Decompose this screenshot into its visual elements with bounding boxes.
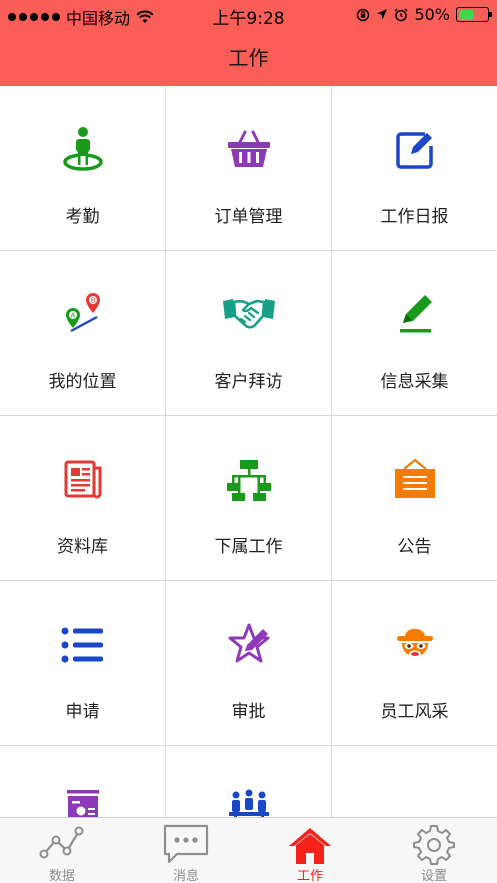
grid-item-my-location[interactable]: B A 我的位置: [0, 251, 165, 415]
hat-face-icon: [396, 628, 433, 658]
tab-work[interactable]: 工作: [248, 818, 372, 883]
tab-bar: 数据 消息 工作 设置: [0, 817, 497, 883]
grid-item-label: 审批: [231, 702, 266, 722]
grid-item-label: 申请: [65, 702, 100, 722]
location-arrow-icon: [377, 9, 388, 20]
tab-label: 数据: [48, 869, 75, 883]
tab-settings[interactable]: 设置: [372, 818, 496, 883]
page-title: 工作: [228, 46, 269, 70]
svg-text:A: A: [70, 312, 75, 320]
tab-label: 消息: [172, 869, 199, 883]
grid-item-application[interactable]: 申请: [0, 581, 165, 745]
grid-item-attendance[interactable]: 考勤: [0, 86, 165, 250]
grid-item-label: 员工风采: [380, 702, 449, 722]
grid-item-label: 考勤: [65, 207, 100, 227]
grid-item-label: 客户拜访: [214, 372, 283, 392]
list-icon: [61, 627, 103, 663]
gear-icon: [413, 825, 455, 865]
grid-item-info-collection[interactable]: 信息采集: [332, 251, 497, 415]
grid-item-label: 我的位置: [48, 372, 117, 392]
grid-item-label: 工作日报: [380, 207, 449, 227]
grid-item-announcement[interactable]: 公告: [332, 416, 497, 580]
grid-item-customer-visit[interactable]: 客户拜访: [166, 251, 331, 415]
tab-messages[interactable]: 消息: [124, 818, 248, 883]
chat-bubble-icon: [163, 824, 209, 864]
status-bar: 中国移动 上午9:28 50%: [0, 0, 497, 30]
tab-label: 设置: [420, 869, 447, 883]
grid-item-orders[interactable]: 订单管理: [166, 86, 331, 250]
grid-item-label: 资料库: [57, 537, 108, 557]
pencil-icon: [399, 295, 432, 333]
org-chart-icon: [226, 460, 271, 501]
svg-text:B: B: [90, 297, 95, 305]
meeting-icon: [228, 789, 269, 817]
battery-percentage: 50%: [414, 5, 450, 24]
grid-item-label: 公告: [397, 537, 432, 557]
grid-item-label: 下属工作: [214, 537, 283, 557]
tab-data[interactable]: 数据: [0, 818, 124, 883]
home-icon: [289, 828, 331, 864]
presentation-chart-icon: [66, 790, 99, 817]
grid-item-staff-showcase[interactable]: 员工风采: [332, 581, 497, 745]
status-right: 50%: [356, 5, 492, 24]
battery-fill: [458, 9, 473, 20]
grid-item-library[interactable]: 资料库: [0, 416, 165, 580]
star-pen-icon: [228, 623, 269, 663]
alarm-icon: [394, 7, 408, 21]
handshake-icon: [222, 299, 275, 329]
work-grid: 考勤 订单管理 工作日报 B A 我的位置 客户拜访 信息采集 资料库 下属工作…: [0, 86, 497, 817]
location-ab-icon: B A: [65, 293, 100, 332]
grid-item-subordinate-work[interactable]: 下属工作: [166, 416, 331, 580]
grid-item-approval[interactable]: 审批: [166, 581, 331, 745]
grid-item-label: 订单管理: [214, 207, 283, 227]
grid-item-label: 信息采集: [380, 372, 449, 392]
orientation-lock-icon: [357, 8, 370, 21]
notice-board-icon: [394, 458, 435, 498]
tab-label: 工作: [296, 869, 323, 883]
line-chart-icon: [39, 826, 84, 859]
attendance-person-icon: [62, 127, 103, 171]
battery-icon: [456, 7, 492, 22]
edit-square-icon: [395, 132, 433, 169]
basket-icon: [227, 130, 270, 167]
grid-item-meeting[interactable]: [166, 746, 331, 817]
newspaper-icon: [64, 460, 101, 499]
app-header: 中国移动 上午9:28 50% 工作: [0, 0, 497, 86]
grid-item-presentation[interactable]: [0, 746, 165, 817]
grid-item-daily-report[interactable]: 工作日报: [332, 86, 497, 250]
